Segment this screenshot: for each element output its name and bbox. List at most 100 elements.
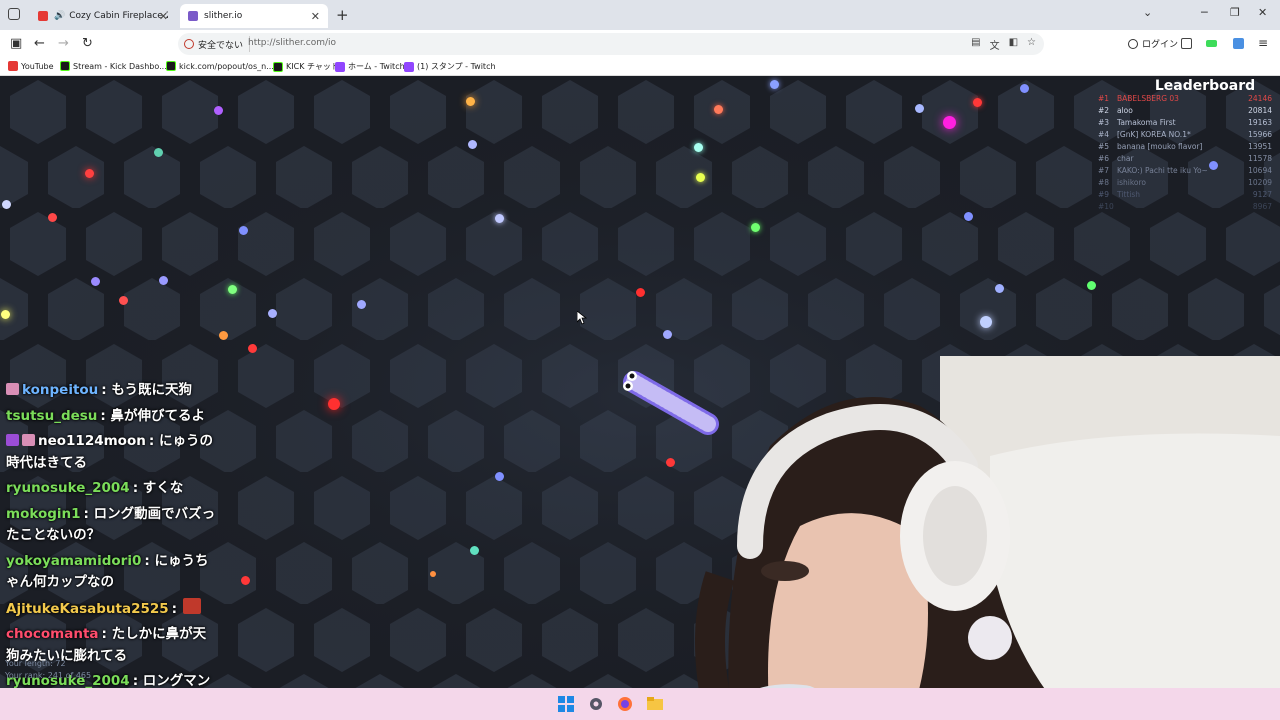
food-orb [694,143,703,152]
url-text[interactable]: http://slither.com/io [248,38,336,48]
leaderboard-row: #5 banana [mouko flavor] 13951 [1094,142,1276,154]
leaderboard-name: KAKO:) Pachi tte iku Yo~ [1117,166,1208,175]
leaderboard-rank: #5 [1098,142,1110,151]
food-orb [430,571,436,577]
chat-username[interactable]: ryunosuke_2004 [6,480,130,496]
food-orb [468,140,477,149]
chat-username[interactable]: yokoyamamidori0 [6,553,141,569]
leaderboard-row: #1 BABELSBERG 03 24146 [1094,94,1276,106]
food-orb [214,106,223,115]
chat-badge-icon [6,434,19,446]
slither-game-canvas[interactable]: Leaderboard #1 BABELSBERG 03 24146 #2 aloo 20… [0,76,1280,720]
leaderboard-score: 24146 [1248,94,1272,103]
chat-username[interactable]: mokogin1 [6,506,81,522]
bookmark-label: (1) スタンプ - Twitch [417,62,496,71]
leaderboard-title: Leaderboard [1154,78,1256,94]
leaderboard: Leaderboard #1 BABELSBERG 03 24146 #2 aloo 20… [1094,78,1276,214]
nav-bar: ▣ ← → ↻ 安全でない http://slither.com/io ▤ 文 … [0,30,1280,58]
leaderboard-row: #3 Tamakoma First 19163 [1094,118,1276,130]
restore-icon[interactable]: ❐ [1230,6,1240,19]
close-tab-icon[interactable]: ✕ [311,10,320,23]
leaderboard-name: BABELSBERG 03 [1117,94,1179,103]
close-tab-icon[interactable]: ✕ [159,10,168,23]
new-tab-icon[interactable]: + [336,6,349,24]
chat-message: mokogin1: ロング動画でバズったことないの？ [6,504,216,547]
chat-badge-icon [22,434,35,446]
leaderboard-rank: #6 [1098,154,1110,163]
leaderboard-score: 10694 [1248,166,1272,175]
close-window-icon[interactable]: ✕ [1258,6,1267,19]
leaderboard-name: banana [mouko flavor] [1117,142,1203,151]
extension-icon[interactable]: ◧ [1009,37,1018,52]
leaderboard-score: 20814 [1248,106,1272,115]
leaderboard-row: #9 Tittish 9127 [1094,190,1276,202]
chat-badge-icon [6,383,19,395]
food-orb [239,226,248,235]
bookmark-twitch-stamps[interactable]: (1) スタンプ - Twitch [404,61,496,72]
food-orb [995,284,1004,293]
login-button[interactable]: ログイン [1128,37,1178,50]
chat-message: neo1124moon: にゅうの時代はきてる [6,431,216,474]
chevron-down-icon[interactable]: ⌄ [1143,6,1152,19]
rank-stat: Your rank: 241 of 465 [5,671,92,680]
bookmark-youtube[interactable]: YouTube [8,61,54,71]
chat-username[interactable]: chocomanta [6,626,99,642]
forward-icon[interactable]: → [58,36,69,51]
sidebar-icon[interactable]: ▣ [10,36,22,51]
leaderboard-score: 10209 [1248,178,1272,187]
security-label: 安全でない [198,40,244,51]
food-orb [663,330,672,339]
leaderboard-rank: #9 [1098,190,1110,199]
leaderboard-score: 13951 [1248,142,1272,151]
tab-slither[interactable]: slither.io ✕ [180,4,328,28]
settings-icon[interactable] [588,696,604,712]
taskbar [0,688,1280,720]
battery-extension-icon[interactable] [1206,40,1217,47]
food-orb [1020,84,1029,93]
food-orb [91,277,100,286]
chat-message: AjitukeKasabuta2525: [6,597,216,621]
minimize-icon[interactable]: ─ [1201,6,1208,19]
reload-icon[interactable]: ↻ [82,36,93,51]
leaderboard-score: 15966 [1248,130,1272,139]
chat-message: yokoyamamidori0: にゅうちゃん何カップなの [6,551,216,594]
chat-username[interactable]: neo1124moon [38,433,146,449]
leaderboard-name: Tittish [1117,190,1141,199]
chat-username[interactable]: tsutsu_desu [6,408,97,424]
puzzle-extension-icon[interactable] [1181,38,1192,49]
leaderboard-rank: #1 [1098,94,1110,103]
leaderboard-rows: #1 BABELSBERG 03 24146 #2 aloo 20814 #3 Tamakom… [1094,94,1276,214]
chat-emote-icon [183,597,202,614]
leaderboard-row: #8 ishikoro 10209 [1094,178,1276,190]
file-explorer-icon[interactable] [647,696,663,712]
not-secure-icon [184,39,194,49]
webcam-overlay [695,356,1280,720]
chat-username[interactable]: AjitukeKasabuta2525 [6,601,169,617]
translate-icon[interactable]: 文 [990,37,1000,52]
tab-title: slither.io [204,11,243,21]
back-icon[interactable]: ← [34,36,45,51]
windows-start-icon[interactable] [558,696,574,712]
chat-username[interactable]: konpeitou [22,382,98,398]
leaderboard-score: 8967 [1252,202,1272,211]
tab-actions-icon[interactable] [8,8,20,20]
address-bar[interactable]: 安全でない http://slither.com/io ▤ 文 ◧ ☆ [178,33,1044,55]
bookmark-star-icon[interactable]: ☆ [1027,37,1036,52]
firefox-icon[interactable] [617,696,633,712]
security-indicator[interactable]: 安全でない [184,36,251,52]
tab-cozy-cabin[interactable]: 🔊 Cozy Cabin Fireplace 24 ✕ [30,4,176,28]
leaderboard-rank: #8 [1098,178,1110,187]
menu-icon[interactable]: ≡ [1258,36,1268,50]
translate-extension-icon[interactable] [1233,38,1244,49]
food-orb [495,214,504,223]
login-label: ログイン [1142,40,1179,50]
bookmark-kick-chat[interactable]: KICK チャット [273,61,339,72]
bookmark-twitch-home[interactable]: ホーム - Twitch [335,61,405,72]
speaker-icon: 🔊 [54,11,66,21]
reader-mode-icon[interactable]: ▤ [971,37,980,52]
leaderboard-score: 11578 [1248,154,1272,163]
bookmark-kick-popout[interactable]: kick.com/popout/os_n... [166,61,274,71]
food-orb [159,276,168,285]
chat-text: : もう既に天狗 [101,382,192,398]
bookmark-kick-dashboard[interactable]: Stream - Kick Dashbo... [60,61,167,71]
